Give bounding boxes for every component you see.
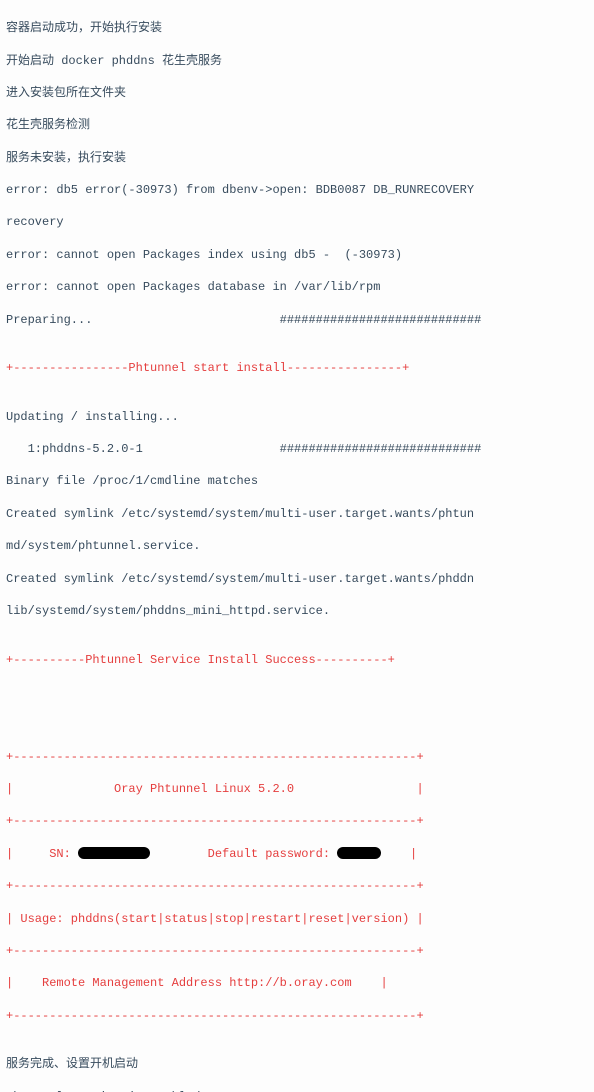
log-line: Updating / installing...: [6, 409, 588, 425]
box-border: +---------------------------------------…: [6, 943, 588, 959]
box-border: +---------------------------------------…: [6, 749, 588, 765]
sn-redacted: [78, 847, 150, 859]
install-success: +----------Phtunnel Service Install Succ…: [6, 652, 588, 668]
log-line: error: db5 error(-30973) from dbenv->ope…: [6, 182, 588, 198]
log-line: 服务未安装，执行安装: [6, 150, 588, 166]
box-usage: | Usage: phddns(start|status|stop|restar…: [6, 911, 588, 927]
log-line: error: cannot open Packages database in …: [6, 279, 588, 295]
pw-label: Default password:: [150, 847, 337, 861]
install-header: +----------------Phtunnel start install-…: [6, 360, 588, 376]
box-remote: | Remote Management Address http://b.ora…: [6, 975, 588, 991]
log-line: 开始启动 docker phddns 花生壳服务: [6, 53, 588, 69]
log-line: Created symlink /etc/systemd/system/mult…: [6, 571, 588, 587]
log-line: error: cannot open Packages index using …: [6, 247, 588, 263]
terminal-output: 容器启动成功，开始执行安装 开始启动 docker phddns 花生壳服务 进…: [0, 0, 594, 1092]
box-border: +---------------------------------------…: [6, 1008, 588, 1024]
log-line: lib/systemd/system/phddns_mini_httpd.ser…: [6, 603, 588, 619]
pw-redacted: [337, 847, 381, 859]
blank-line: [6, 716, 588, 732]
log-line: Binary file /proc/1/cmdline matches: [6, 473, 588, 489]
sn-prefix: | SN:: [6, 847, 78, 861]
log-line: recovery: [6, 214, 588, 230]
blank-line: [6, 684, 588, 700]
log-line: 进入安装包所在文件夹: [6, 85, 588, 101]
log-line: 容器启动成功，开始执行安装: [6, 20, 588, 36]
log-line: Created symlink /etc/systemd/system/mult…: [6, 506, 588, 522]
log-line: 花生壳服务检测: [6, 117, 588, 133]
box-title: | Oray Phtunnel Linux 5.2.0 |: [6, 781, 588, 797]
sn-suffix: |: [381, 847, 417, 861]
log-line: md/system/phtunnel.service.: [6, 538, 588, 554]
box-border: +---------------------------------------…: [6, 878, 588, 894]
box-sn-row: | SN: Default password: |: [6, 846, 588, 862]
log-line: Preparing... ###########################…: [6, 312, 588, 328]
log-line: phtunnel service is enabled !: [6, 1089, 588, 1092]
log-line: 服务完成、设置开机启动: [6, 1056, 588, 1072]
log-line: 1:phddns-5.2.0-1 #######################…: [6, 441, 588, 457]
box-border: +---------------------------------------…: [6, 813, 588, 829]
